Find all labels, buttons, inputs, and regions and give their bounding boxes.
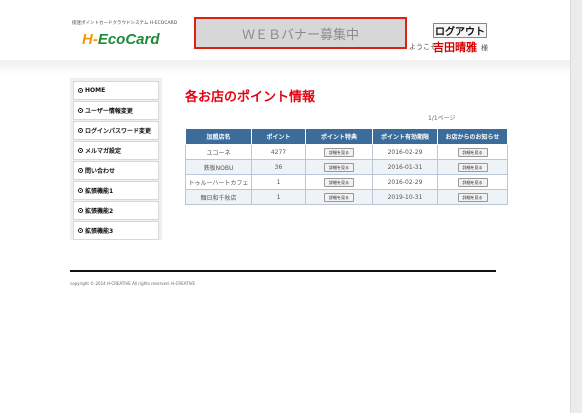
logo-name: EcoCard [97,31,160,48]
sidebar-item-extension-3[interactable]: 拡張機能3 [73,221,159,240]
expiry-cell: 2019-10-31 [372,189,438,205]
site-logo[interactable]: H-EcoCard [82,31,160,49]
sidebar-item-label: メルマガ設定 [85,148,122,155]
sidebar-item-label: 拡張機能3 [85,228,114,235]
bullet-icon [78,128,83,133]
points-table: 加盟店名 ポイント ポイント特典 ポイント有効期限 お店からのお知らせ ユコーネ… [185,128,508,205]
notice-cell: 詳細を見る [437,189,508,205]
points-cell: 4277 [251,144,306,160]
benefit-detail-button[interactable]: 詳細を見る [324,177,354,187]
honorific-label: 様 [481,44,488,52]
header-band [0,60,570,74]
shop-name-cell: 鉄板NOBU [185,159,252,175]
column-header-points: ポイント [251,128,306,145]
sidebar-item-label: HOME [85,87,106,94]
copyright-text: copyright © 2014 H-CREATIVE All rights r… [70,281,196,286]
page-title: 各お店のポイント情報 [185,90,316,105]
sidebar-item-label: ユーザー情報変更 [85,108,133,115]
user-name: 吉田晴雅 [433,41,477,54]
notice-cell: 詳細を見る [437,174,508,190]
column-header-benefit: ポイント特典 [305,128,373,145]
bullet-icon [78,168,83,173]
benefit-detail-button[interactable]: 詳細を見る [324,162,354,172]
expiry-cell: 2016-01-31 [372,159,438,175]
sidebar-item-user-info[interactable]: ユーザー情報変更 [73,101,159,120]
shop-name-cell: 麺日和千秋店 [185,189,252,205]
sidebar-item-extension-1[interactable]: 拡張機能1 [73,181,159,200]
bullet-icon [78,228,83,233]
footer-divider [70,270,496,272]
table-header-row: 加盟店名 ポイント ポイント特典 ポイント有効期限 お店からのお知らせ [185,128,508,145]
benefit-cell: 詳細を見る [305,189,373,205]
column-header-notice: お店からのお知らせ [437,128,508,145]
logo-prefix: H- [82,31,98,48]
benefit-cell: 詳細を見る [305,144,373,160]
sidebar-nav: HOME ユーザー情報変更 ログインパスワード変更 メルマガ設定 問い合わせ 拡… [70,78,162,240]
sidebar-item-label: 拡張機能2 [85,208,114,215]
sidebar-item-home[interactable]: HOME [73,81,159,100]
notice-detail-button[interactable]: 詳細を見る [457,162,488,172]
sidebar-item-extension-2[interactable]: 拡張機能2 [73,201,159,220]
column-header-shop: 加盟店名 [185,128,252,145]
bullet-icon [78,88,83,93]
table-row: 麺日和千秋店 1 詳細を見る 2019-10-31 詳細を見る [185,189,508,205]
column-header-expiry: ポイント有効期限 [372,128,438,145]
sidebar-item-label: 拡張機能1 [85,188,114,195]
bullet-icon [78,148,83,153]
notice-cell: 詳細を見る [437,159,508,175]
notice-detail-button[interactable]: 詳細を見る [457,192,488,202]
points-cell: 1 [251,189,306,205]
pagination-label: 1/1ページ [428,115,456,122]
notice-cell: 詳細を見る [437,144,508,160]
points-cell: 1 [251,174,306,190]
benefit-cell: 詳細を見る [305,159,373,175]
table-row: ユコーネ 4277 詳細を見る 2016-02-29 詳細を見る [185,144,508,160]
shop-name-cell: トゥルーハートカフェ [185,174,252,190]
sidebar-item-label: ログインパスワード変更 [85,128,152,135]
bullet-icon [78,208,83,213]
logout-button[interactable]: ログアウト [433,23,487,38]
table-row: 鉄板NOBU 36 詳細を見る 2016-01-31 詳細を見る [185,159,508,175]
sidebar-item-label: 問い合わせ [85,168,116,175]
site-tagline: 街迷ポイントカードクラウドシステム H-ECOCARD [72,21,178,26]
shop-name-cell: ユコーネ [185,144,252,160]
web-banner-slot[interactable]: ＷＥＢバナー募集中 [194,17,407,49]
benefit-detail-button[interactable]: 詳細を見る [324,192,354,202]
sidebar-item-password[interactable]: ログインパスワード変更 [73,121,159,140]
notice-detail-button[interactable]: 詳細を見る [457,147,488,157]
benefit-detail-button[interactable]: 詳細を見る [324,147,354,157]
expiry-cell: 2016-02-29 [372,174,438,190]
benefit-cell: 詳細を見る [305,174,373,190]
sidebar-item-contact[interactable]: 問い合わせ [73,161,159,180]
vertical-scrollbar[interactable] [570,0,582,413]
notice-detail-button[interactable]: 詳細を見る [457,177,488,187]
expiry-cell: 2016-02-29 [372,144,438,160]
bullet-icon [78,188,83,193]
banner-text: ＷＥＢバナー募集中 [241,27,359,43]
points-cell: 36 [251,159,306,175]
table-row: トゥルーハートカフェ 1 詳細を見る 2016-02-29 詳細を見る [185,174,508,190]
bullet-icon [78,108,83,113]
sidebar-item-newsletter[interactable]: メルマガ設定 [73,141,159,160]
